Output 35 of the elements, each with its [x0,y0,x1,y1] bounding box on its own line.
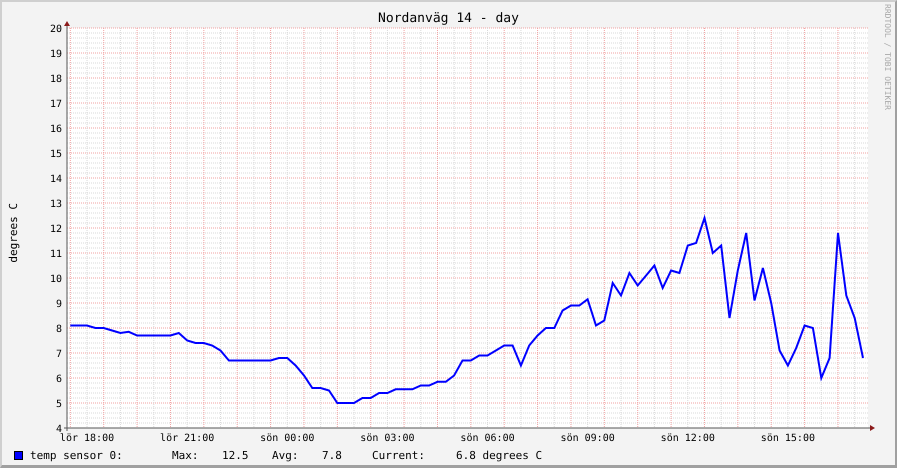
max-label: Max: [172,449,200,462]
x-tick-label: sön 09:00 [560,433,615,444]
y-tick-label: 17 [50,99,62,110]
y-tick-label: 4 [56,424,62,435]
y-axis-label: degrees C [7,203,20,263]
y-tick-label: 5 [56,399,62,410]
legend-label: temp sensor 0: [30,449,124,462]
y-tick-label: 16 [50,124,62,135]
x-tick-label: sön 00:00 [260,433,314,444]
x-tick-label: sön 15:00 [760,433,815,444]
x-tick-label: sön 06:00 [460,433,515,444]
x-tick-label: lör 21:00 [160,433,214,444]
current-label: Current: [372,449,426,462]
y-tick-label: 19 [50,49,62,60]
chart-title: Nordanväg 14 - day [378,11,519,26]
y-tick-label: 7 [56,349,62,360]
y-tick-label: 12 [50,224,62,235]
y-tick-label: 14 [50,174,62,185]
y-tick-label: 11 [50,249,62,260]
x-tick-label: lör 18:00 [60,433,114,444]
y-tick-label: 9 [56,299,62,310]
credit-text: RRDTOOL / TOBI OETIKER [883,3,892,110]
y-tick-label: 8 [56,324,62,335]
avg-label: Avg: [272,449,300,462]
y-tick-label: 15 [50,149,62,160]
avg-value: 7.8 [322,449,343,462]
x-tick-label: sön 12:00 [660,433,715,444]
y-tick-label: 18 [50,74,62,85]
y-tick-label: 20 [50,24,62,35]
y-tick-label: 10 [50,274,62,285]
current-value: 6.8 degrees C [456,449,542,462]
y-tick-label: 6 [56,374,62,385]
y-tick-label: 13 [50,199,62,210]
max-value: 12.5 [222,449,250,462]
x-tick-label: sön 03:00 [360,433,414,444]
